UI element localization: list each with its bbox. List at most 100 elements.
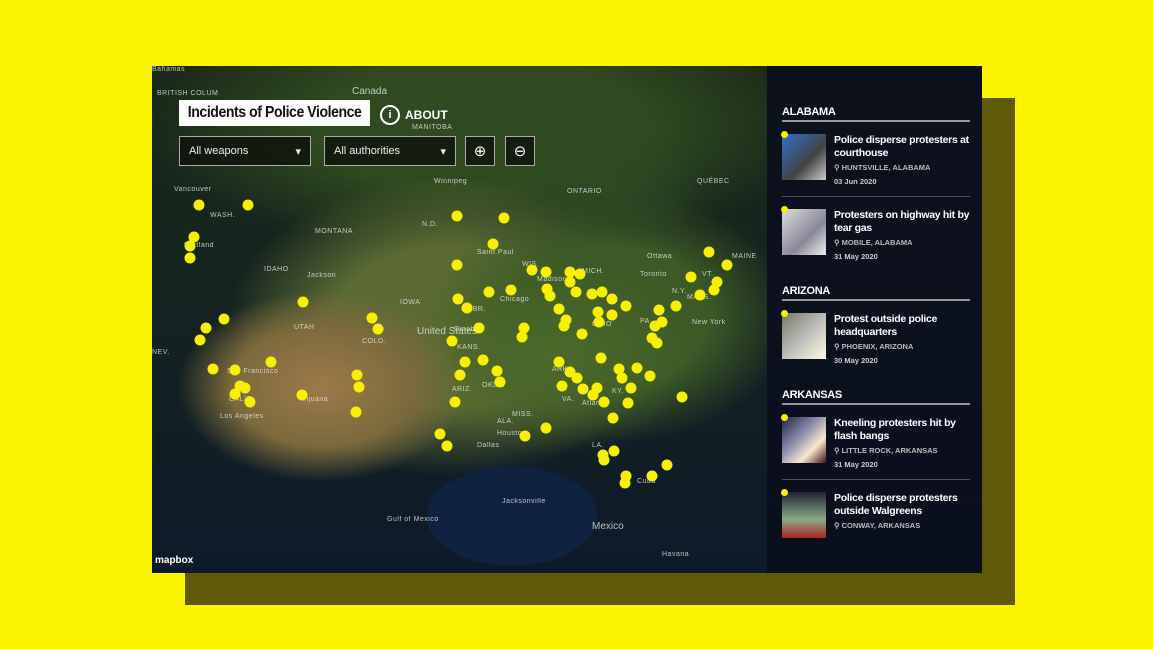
incident-marker[interactable] xyxy=(593,316,605,328)
incident-marker[interactable] xyxy=(505,284,517,296)
incident-marker[interactable] xyxy=(596,286,608,298)
incident-marker[interactable] xyxy=(607,412,619,424)
map-label: Bahamas xyxy=(152,66,186,73)
incident-marker[interactable] xyxy=(556,380,568,392)
incident-marker[interactable] xyxy=(184,240,196,252)
incident-marker[interactable] xyxy=(244,396,256,408)
incident-marker[interactable] xyxy=(239,382,251,394)
incident-marker[interactable] xyxy=(498,212,510,224)
incident-marker[interactable] xyxy=(461,302,473,314)
incident-marker[interactable] xyxy=(540,266,552,278)
incident-item[interactable]: Police disperse protesters outside Walgr… xyxy=(781,489,970,548)
incident-marker[interactable] xyxy=(540,422,552,434)
incident-marker[interactable] xyxy=(661,459,673,471)
incident-marker[interactable] xyxy=(597,449,609,461)
incident-sidebar[interactable]: ALABAMA Police disperse protesters at cou… xyxy=(767,66,982,573)
incident-marker[interactable] xyxy=(483,286,495,298)
incident-marker[interactable] xyxy=(242,199,254,211)
incident-marker[interactable] xyxy=(229,388,241,400)
incident-item[interactable]: Protest outside police headquarters ⚲ PHO… xyxy=(781,310,970,375)
incident-marker[interactable] xyxy=(625,382,637,394)
incident-marker[interactable] xyxy=(653,304,665,316)
incident-marker[interactable] xyxy=(229,364,241,376)
incident-marker[interactable] xyxy=(265,356,277,368)
incident-marker[interactable] xyxy=(451,210,463,222)
info-icon: i xyxy=(380,105,400,125)
incident-marker[interactable] xyxy=(451,259,463,271)
incident-marker[interactable] xyxy=(721,259,733,271)
incident-marker[interactable] xyxy=(651,337,663,349)
zoom-out-button[interactable]: ⊖ xyxy=(505,136,535,166)
incident-marker[interactable] xyxy=(595,352,607,364)
map-label: New York xyxy=(692,319,726,326)
map-label: IDAHO xyxy=(264,266,289,273)
incident-marker[interactable] xyxy=(459,356,471,368)
incident-marker[interactable] xyxy=(620,300,632,312)
incident-marker[interactable] xyxy=(708,284,720,296)
incident-marker[interactable] xyxy=(184,252,196,264)
incident-marker[interactable] xyxy=(694,289,706,301)
incident-marker[interactable] xyxy=(631,362,643,374)
incident-marker[interactable] xyxy=(297,296,309,308)
incident-marker[interactable] xyxy=(296,389,308,401)
incident-item[interactable]: Kneeling protesters hit by flash bangs ⚲ … xyxy=(781,414,970,480)
incident-marker[interactable] xyxy=(553,356,565,368)
incident-marker[interactable] xyxy=(571,372,583,384)
incident-marker[interactable] xyxy=(218,313,230,325)
incident-item[interactable]: Protesters on highway hit by tear gas ⚲ M… xyxy=(781,206,970,271)
incident-marker[interactable] xyxy=(570,286,582,298)
incident-marker[interactable] xyxy=(703,246,715,258)
marker-dot-icon xyxy=(781,414,788,421)
map-label: Chicago xyxy=(500,296,530,303)
incident-marker[interactable] xyxy=(350,406,362,418)
incident-marker[interactable] xyxy=(646,470,658,482)
incident-marker[interactable] xyxy=(685,271,697,283)
incident-marker[interactable] xyxy=(449,396,461,408)
incident-marker[interactable] xyxy=(207,363,219,375)
incident-marker[interactable] xyxy=(598,396,610,408)
incident-marker[interactable] xyxy=(608,445,620,457)
incident-marker[interactable] xyxy=(200,322,212,334)
incident-marker[interactable] xyxy=(487,238,499,250)
incident-marker[interactable] xyxy=(622,397,634,409)
incident-marker[interactable] xyxy=(193,199,205,211)
incident-marker[interactable] xyxy=(477,354,489,366)
incident-marker[interactable] xyxy=(491,365,503,377)
authorities-select[interactable]: All authorities ▾ xyxy=(324,136,456,166)
weapons-select[interactable]: All weapons ▾ xyxy=(179,136,311,166)
incident-marker[interactable] xyxy=(494,376,506,388)
incident-marker[interactable] xyxy=(574,268,586,280)
incident-marker[interactable] xyxy=(372,323,384,335)
incident-marker[interactable] xyxy=(519,430,531,442)
pin-icon: ⚲ xyxy=(834,163,842,172)
incident-item[interactable]: Police disperse protesters at courthouse… xyxy=(781,131,970,197)
incident-marker[interactable] xyxy=(619,477,631,489)
incident-marker[interactable] xyxy=(351,369,363,381)
incident-marker[interactable] xyxy=(606,293,618,305)
incident-marker[interactable] xyxy=(656,316,668,328)
incident-marker[interactable] xyxy=(670,300,682,312)
incident-marker[interactable] xyxy=(676,391,688,403)
zoom-in-button[interactable]: ⊕ xyxy=(465,136,495,166)
incident-marker[interactable] xyxy=(613,363,625,375)
incident-marker[interactable] xyxy=(544,290,556,302)
incident-marker[interactable] xyxy=(454,369,466,381)
incident-marker[interactable] xyxy=(194,334,206,346)
map-label: ALA. xyxy=(497,418,515,425)
incident-marker[interactable] xyxy=(558,320,570,332)
incident-marker[interactable] xyxy=(516,331,528,343)
incident-marker[interactable] xyxy=(441,440,453,452)
incident-marker[interactable] xyxy=(526,264,538,276)
incident-marker[interactable] xyxy=(576,328,588,340)
incident-marker[interactable] xyxy=(353,381,365,393)
incident-marker[interactable] xyxy=(366,312,378,324)
incident-marker[interactable] xyxy=(452,293,464,305)
incident-marker[interactable] xyxy=(553,303,565,315)
about-button[interactable]: i ABOUT xyxy=(380,105,448,125)
incident-marker[interactable] xyxy=(644,370,656,382)
incident-marker[interactable] xyxy=(446,335,458,347)
incident-marker[interactable] xyxy=(606,309,618,321)
incident-marker[interactable] xyxy=(587,389,599,401)
incident-marker[interactable] xyxy=(473,322,485,334)
incident-marker[interactable] xyxy=(434,428,446,440)
